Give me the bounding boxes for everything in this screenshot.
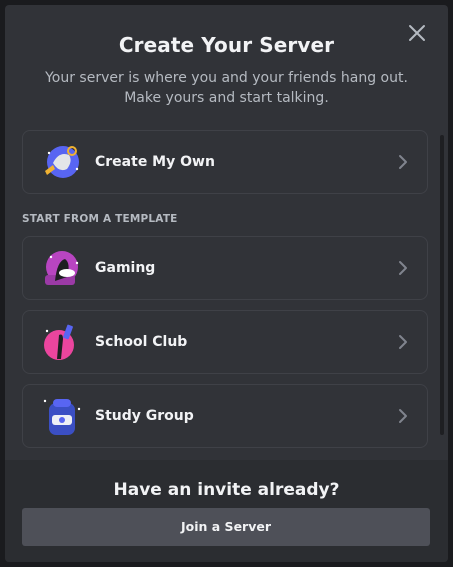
create-my-own-button[interactable]: Create My Own	[22, 130, 428, 194]
school-club-illustration-icon	[44, 324, 74, 360]
template-school-club-button[interactable]: School Club	[22, 310, 428, 374]
template-section-header: START FROM A TEMPLATE	[22, 213, 178, 225]
chevron-right-icon	[399, 409, 407, 423]
join-server-button[interactable]: Join a Server	[22, 508, 430, 546]
modal-footer: Have an invite already? Join a Server	[5, 460, 448, 562]
create-server-modal: Create Your Server Your server is where …	[5, 5, 448, 562]
modal-title: Create Your Server	[118, 33, 335, 57]
study-group-illustration-icon	[43, 399, 81, 435]
invite-heading: Have an invite already?	[113, 480, 340, 500]
template-gaming-label: Gaming	[95, 260, 156, 276]
chevron-right-icon	[399, 155, 407, 169]
template-school-club-label: School Club	[95, 334, 188, 350]
modal-subtitle: Your server is where you and your friend…	[45, 70, 408, 106]
create-my-own-label: Create My Own	[95, 154, 215, 170]
template-gaming-button[interactable]: Gaming	[22, 236, 428, 300]
template-study-group-label: Study Group	[95, 408, 194, 424]
gaming-illustration-icon	[45, 251, 79, 285]
chevron-right-icon	[399, 335, 407, 349]
scrollbar[interactable]	[440, 135, 444, 435]
create-server-illustration-icon	[45, 146, 79, 178]
chevron-right-icon	[399, 261, 407, 275]
template-study-group-button[interactable]: Study Group	[22, 384, 428, 448]
